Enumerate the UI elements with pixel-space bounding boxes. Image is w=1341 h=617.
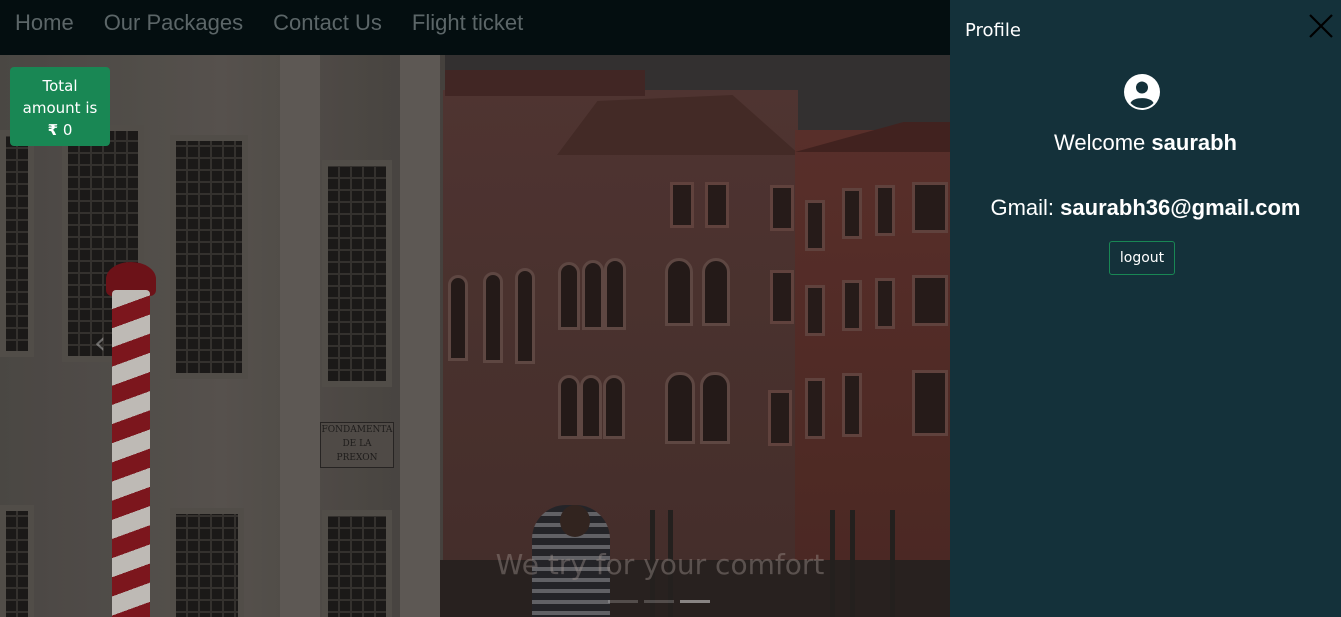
carousel-indicator[interactable]	[644, 600, 674, 603]
total-label-line1: Total	[42, 77, 78, 95]
close-button[interactable]	[1307, 12, 1335, 40]
gmail-text: Gmail: saurabh36@gmail.com	[950, 195, 1341, 221]
carousel-indicators	[608, 600, 710, 603]
chevron-left-icon: ‹	[94, 326, 106, 361]
user-email: saurabh36@gmail.com	[1060, 195, 1301, 220]
user-circle-icon	[1124, 74, 1160, 110]
hero-carousel: FONDAMENTA DE LA PREXON ‹ We try for you…	[0, 0, 950, 617]
hero-overlay	[0, 0, 950, 617]
profile-offcanvas: Profile Welcome saurabh Gmail: saurabh36…	[950, 0, 1341, 617]
offcanvas-title: Profile	[965, 20, 1021, 41]
carousel-prev-button[interactable]: ‹	[86, 326, 114, 362]
page: FONDAMENTA DE LA PREXON ‹ We try for you…	[0, 0, 1341, 617]
nav-our-packages[interactable]: Our Packages	[89, 0, 258, 36]
logout-button[interactable]: logout	[1109, 241, 1175, 275]
top-navbar: Home Our Packages Contact Us Flight tick…	[0, 0, 950, 55]
username: saurabh	[1151, 130, 1237, 155]
total-amount-number: 0	[62, 121, 73, 139]
welcome-text: Welcome saurabh	[950, 130, 1341, 156]
total-amount-badge: Total amount is ₹ 0	[10, 67, 110, 146]
welcome-prefix: Welcome	[1053, 130, 1146, 155]
nav-flight-ticket[interactable]: Flight ticket	[397, 0, 538, 36]
carousel-indicator-active[interactable]	[680, 600, 710, 603]
total-label-line2: amount is	[22, 99, 98, 117]
rupee-icon: ₹	[47, 121, 59, 139]
gmail-prefix: Gmail:	[990, 195, 1055, 220]
total-amount-value: ₹ 0	[10, 119, 110, 141]
carousel-indicator[interactable]	[608, 600, 638, 603]
nav-home[interactable]: Home	[0, 0, 89, 36]
carousel-caption: We try for your comfort	[495, 548, 825, 581]
nav-contact-us[interactable]: Contact Us	[258, 0, 397, 36]
close-icon	[1309, 14, 1333, 38]
